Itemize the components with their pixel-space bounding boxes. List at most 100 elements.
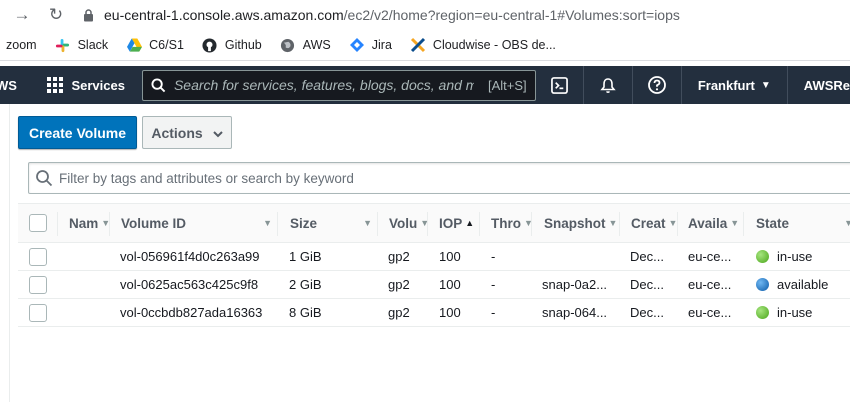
row-checkbox[interactable] [29,303,47,322]
caret-up-icon: ▲ [465,218,475,228]
forward-icon[interactable]: → [12,5,32,25]
bookmark-label: Slack [77,38,109,52]
bell-icon [600,77,616,93]
cell-name [69,299,109,326]
url-path: /ec2/v2/home?region=eu-central-1#Volumes… [343,7,680,23]
cell-name [69,271,109,298]
aws-top-nav: WS Services Search for services, feature… [0,66,850,104]
cell-availability-zone: eu-ce... [688,305,732,320]
cell-created: Dec... [630,249,664,264]
column-header-label: Nam [69,215,99,231]
column-header-label: Availa [688,215,728,231]
state-label: in-use [777,305,813,320]
bookmark-aws[interactable]: AWS [280,37,331,53]
aws-logo[interactable]: WS [0,78,17,93]
lock-icon[interactable] [78,5,98,25]
row-checkbox[interactable] [29,275,47,294]
cell-iops: 100 [439,277,461,292]
column-header-volume-id[interactable]: Volume ID ▼ [110,204,278,242]
region-selector[interactable]: Frankfurt ▼ [680,66,787,104]
cell-size: 8 GiB [289,305,322,320]
filter-input[interactable]: Filter by tags and attributes or search … [28,162,850,194]
caret-down-icon: ▼ [730,218,740,228]
table-row[interactable]: vol-0ccbdb827ada16363 8 GiB gp2 100 - sn… [18,299,850,327]
bookmark-c6s1[interactable]: C6/S1 [126,37,184,53]
column-header-availability-zone[interactable]: Availa ▼ [678,204,744,242]
bookmark-cloudwise[interactable]: Cloudwise - OBS de... [410,37,556,53]
row-checkbox-cell [29,299,49,326]
table-row[interactable]: vol-0625ac563c425c9f8 2 GiB gp2 100 - sn… [18,271,850,299]
select-all-checkbox[interactable] [29,214,47,232]
volumes-table: Nam ▼ Volume ID ▼ Size ▼ Volu ▼ IOP ▲ Thro ▼ S… [18,203,850,327]
table-row[interactable]: vol-056961f4d0c263a99 1 GiB gp2 100 - De… [18,243,850,271]
cell-state: in-use [756,243,850,270]
caret-down-icon: ▼ [760,79,771,91]
notifications-button[interactable] [583,66,632,104]
bookmark-zoom[interactable]: zoom [6,38,37,52]
search-shortcut: [Alt+S] [487,77,527,93]
column-header-snapshot[interactable]: Snapshot ▼ [532,204,620,242]
caret-down-icon: ▼ [263,218,272,228]
column-header-volume-type[interactable]: Volu ▼ [378,204,428,242]
state-label: available [777,277,829,292]
actions-dropdown-button[interactable]: Actions [142,116,232,149]
row-checkbox-cell [29,271,49,298]
cell-iops: 100 [439,249,461,264]
cell-state: available [756,271,850,298]
row-checkbox-cell [29,243,49,270]
caret-down-icon: ▼ [844,218,850,228]
bookmark-label: Github [224,38,262,52]
row-checkbox[interactable] [29,247,47,266]
cell-snapshot [542,243,618,270]
cell-throughput: - [491,249,496,264]
column-header-label: IOP [439,215,463,231]
column-header-label: State [756,215,790,231]
column-header-name[interactable]: Nam ▼ [58,204,110,242]
column-header-state[interactable]: State ▼ [744,204,850,242]
terminal-icon [551,76,569,94]
url-host: eu-central-1.console.aws.amazon.com [104,7,344,23]
cell-availability-zone: eu-ce... [688,249,732,264]
column-header-label: Creat [631,215,666,231]
bookmark-label: Cloudwise - OBS de... [432,38,556,52]
help-button[interactable] [632,66,681,104]
chevron-down-icon [212,125,223,141]
cell-throughput: - [491,305,496,320]
bookmark-label: AWS [302,38,331,52]
global-search-input[interactable]: Search for services, features, blogs, do… [141,69,537,101]
url-text[interactable]: eu-central-1.console.aws.amazon.com/ec2/… [104,7,680,23]
create-volume-button[interactable]: Create Volume [18,116,137,149]
table-header: Nam ▼ Volume ID ▼ Size ▼ Volu ▼ IOP ▲ Thro ▼ S… [18,203,850,243]
cell-size: 2 GiB [289,277,322,292]
state-label: in-use [777,249,813,264]
column-header-created[interactable]: Creat ▼ [620,204,678,242]
column-header-iops[interactable]: IOP ▲ [428,204,480,242]
cell-snapshot: snap-064... [542,305,608,320]
help-icon [648,76,666,94]
account-menu[interactable]: AWSRe [786,66,850,104]
left-divider [9,104,10,402]
column-header-label: Volume ID [121,215,187,231]
status-available-icon [756,278,769,291]
bookmark-slack[interactable]: Slack [55,37,109,53]
column-header-label: Size [290,215,318,231]
column-header-label: Volu [389,215,418,231]
bookmark-github[interactable]: Github [202,37,262,53]
column-header-label: Thro [491,215,521,231]
main-content: Create Volume Actions Filter by tags and… [0,104,850,402]
google-drive-icon [126,37,142,53]
cell-iops: 100 [439,305,461,320]
reload-icon[interactable]: ↻ [46,5,66,25]
caret-down-icon: ▼ [608,218,618,228]
actions-label: Actions [151,124,203,141]
cloudshell-button[interactable] [536,66,583,104]
bookmark-jira[interactable]: Jira [349,37,392,53]
services-label: Services [71,77,125,93]
cell-size: 1 GiB [289,249,322,264]
services-menu[interactable]: Services [47,77,125,93]
status-in-use-icon [756,306,769,319]
column-header-throughput[interactable]: Thro ▼ [480,204,532,242]
cell-availability-zone: eu-ce... [688,277,732,292]
bookmark-label: C6/S1 [149,38,184,52]
column-header-size[interactable]: Size ▼ [278,204,378,242]
